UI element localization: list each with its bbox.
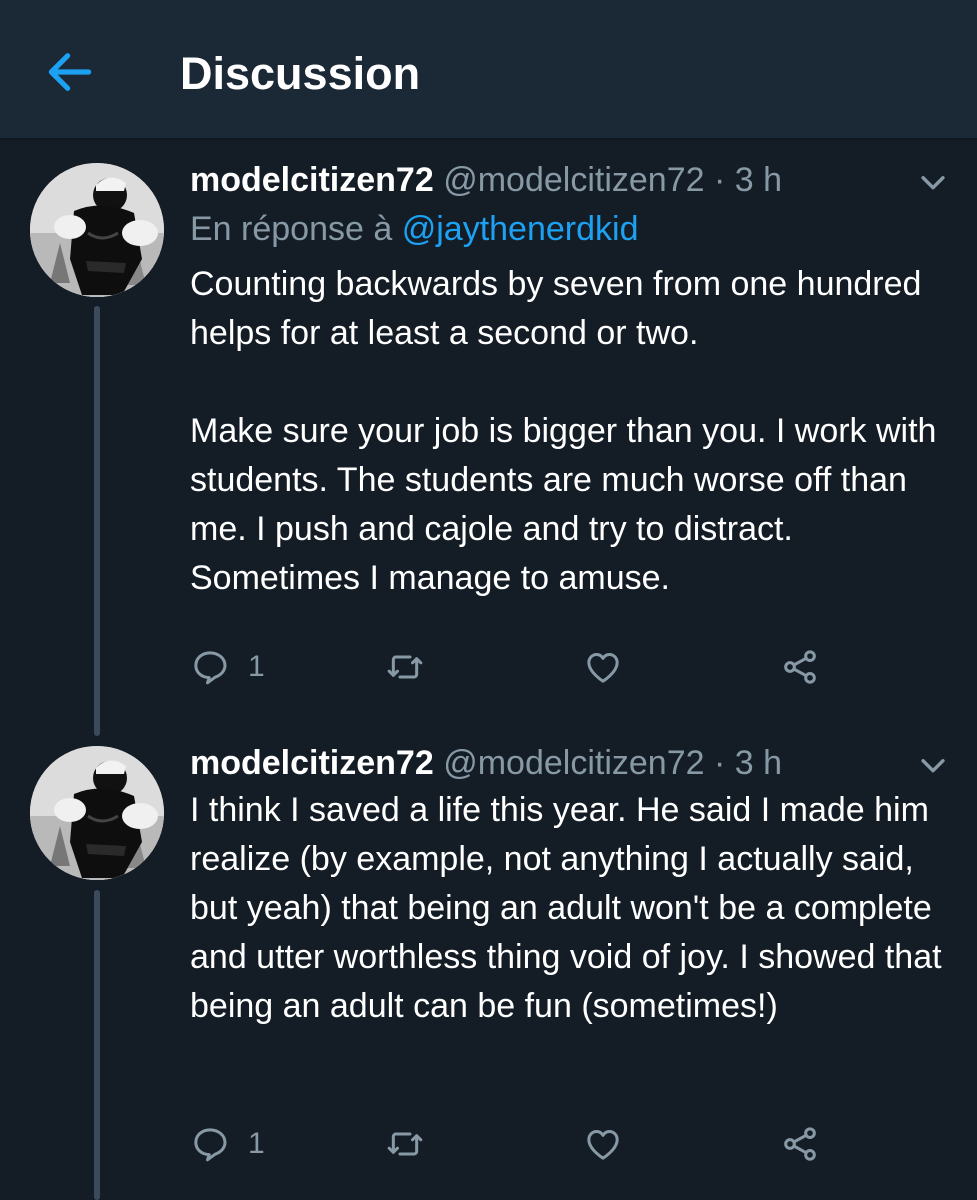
display-name[interactable]: modelcitizen72	[190, 744, 434, 782]
tweet-text: I think I saved a life this year. He sai…	[190, 791, 942, 1025]
reply-count: 1	[248, 1127, 265, 1160]
reply-icon	[194, 1128, 227, 1162]
retweet-button[interactable]	[385, 1122, 425, 1166]
tweet-menu-button[interactable]	[916, 748, 950, 782]
share-icon	[784, 1127, 816, 1161]
chevron-down-icon	[921, 759, 945, 773]
reply-button[interactable]: 1	[190, 1122, 265, 1166]
tweet-actions: 1	[190, 1122, 890, 1166]
timestamp[interactable]: 3 h	[735, 744, 782, 782]
thread-line	[94, 890, 100, 1200]
username-handle[interactable]: @modelcitizen72	[443, 744, 704, 782]
like-button[interactable]	[583, 1122, 623, 1166]
retweet-icon	[387, 1132, 423, 1156]
separator-dot: ·	[713, 744, 726, 782]
like-icon	[587, 1130, 619, 1160]
tweet-header: modelcitizen72 @modelcitizen72 · 3 h	[190, 743, 782, 783]
avatar-image	[30, 746, 164, 880]
tweet[interactable]: modelcitizen72 @modelcitizen72 · 3 h I t…	[0, 0, 977, 1200]
share-button[interactable]	[780, 1122, 820, 1166]
avatar[interactable]	[30, 746, 164, 880]
